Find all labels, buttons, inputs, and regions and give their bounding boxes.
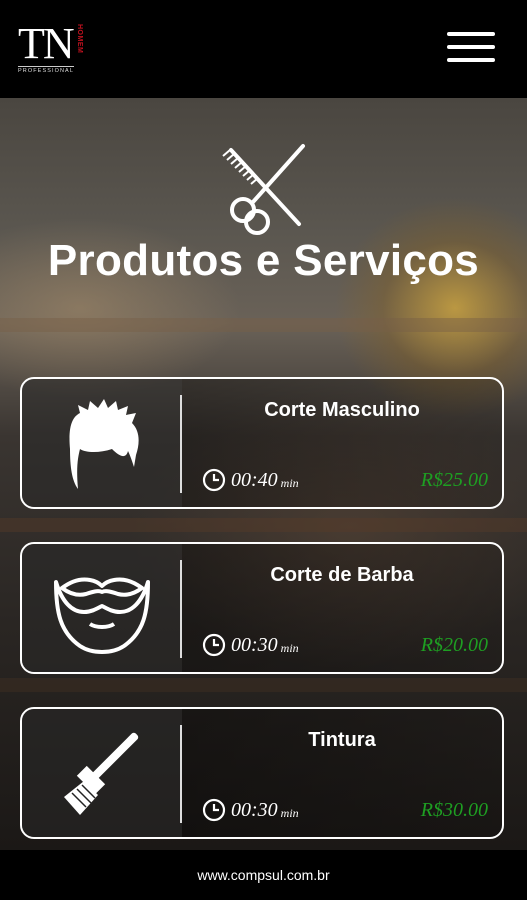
brand-logo[interactable]: TN HOMEM PROFESSIONAL [18,19,83,74]
hamburger-menu-icon[interactable] [447,30,495,64]
service-duration: 00:30 min [202,797,299,823]
dye-brush-icon [64,732,139,815]
service-price: R$30.00 [420,799,488,821]
footer: www.compsul.com.br [0,850,527,900]
clock-icon [202,468,226,492]
background-shelf [0,318,527,332]
service-name: Corte Masculino [264,399,420,421]
hair-icon [69,399,139,489]
duration-value: 00:30 [231,633,278,656]
duration-value: 00:30 [231,798,278,821]
page-title: Produtos e Serviços [47,236,480,285]
duration-unit: min [280,640,299,655]
service-card-tintura[interactable]: Tintura 00:30 min R$30.00 [20,707,504,839]
service-price: R$20.00 [420,634,488,656]
service-duration: 00:30 min [202,632,299,658]
logo-side-text: HOMEM [76,24,83,54]
service-duration: 00:40 min [202,467,299,493]
duration-unit: min [280,805,299,820]
service-card-corte-de-barba[interactable]: Corte de Barba 00:30 min R$20.00 [20,542,504,674]
beard-icon [54,577,150,654]
footer-link[interactable]: www.compsul.com.br [197,867,329,883]
app-header: TN HOMEM PROFESSIONAL [0,0,527,98]
background-shelf [0,518,527,532]
duration-unit: min [280,475,299,490]
service-card-corte-masculino[interactable]: Corte Masculino 00:40 min R$25.00 [20,377,504,509]
comb-scissors-icon [222,144,305,235]
background-shelf [0,678,527,692]
service-name: Tintura [308,729,376,751]
clock-icon [202,798,226,822]
clock-icon [202,633,226,657]
duration-value: 00:40 [231,468,278,491]
service-price: R$25.00 [420,469,488,491]
service-name: Corte de Barba [270,564,414,586]
logo-bottom-text: PROFESSIONAL [18,66,74,74]
logo-text: TN [18,19,75,68]
